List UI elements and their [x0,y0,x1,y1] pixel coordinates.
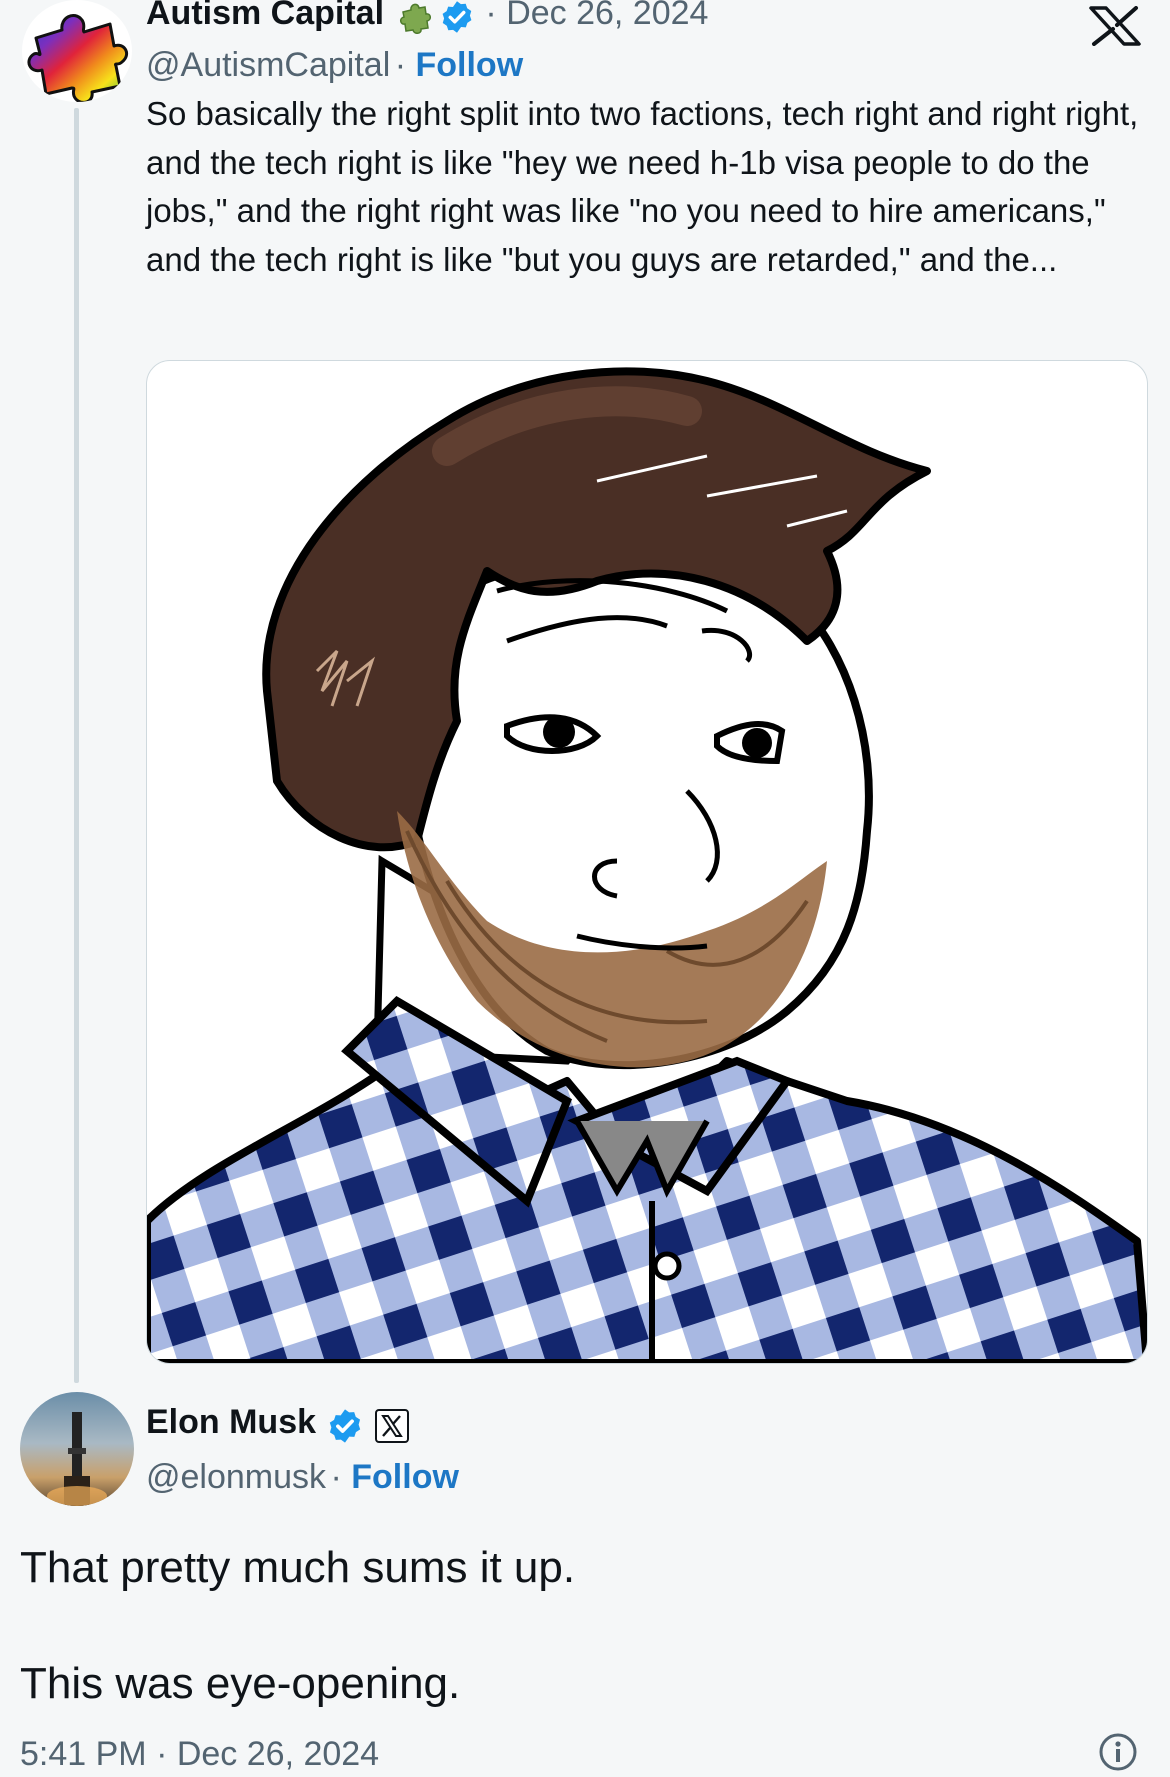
info-icon[interactable] [1098,1732,1138,1772]
handle-separator: · [394,46,416,84]
avatar-elon-musk[interactable] [20,1392,134,1506]
verified-badge-icon [326,1407,364,1450]
wojak-meme-image [147,367,1147,1363]
rocket-launch-photo [47,1412,107,1506]
tweet-date[interactable]: Dec 26, 2024 [506,0,708,32]
reply-follow-button[interactable]: Follow [351,1458,459,1496]
author-handle[interactable]: @AutismCapital [146,46,390,84]
follow-button[interactable]: Follow [416,46,524,84]
handle-row: @AutismCapital · Follow [146,48,523,82]
reply-author-name[interactable]: Elon Musk [146,1403,316,1441]
reply-text-line-2: This was eye-opening. [20,1659,461,1708]
puzzle-piece-icon [27,14,128,102]
thread-connector [74,108,79,1383]
reply-timestamp[interactable]: 5:41 PM · Dec 26, 2024 [20,1737,379,1771]
reply-author-handle[interactable]: @elonmusk [146,1458,326,1496]
reply-handle-row: @elonmusk · Follow [146,1460,459,1494]
verified-badge-icon [439,0,475,40]
puzzle-badge-icon [397,0,431,39]
tweet-text: So basically the right split into two fa… [146,95,1139,278]
author-name[interactable]: Autism Capital [146,0,384,32]
reply-header: Elon Musk [146,1405,409,1450]
x-affiliate-badge-icon [374,1409,409,1448]
reply-text-line-1: That pretty much sums it up. [20,1543,576,1592]
tweet-header: Autism Capital · Dec 26, 2024 [146,0,708,36]
x-logo-icon[interactable] [1088,6,1142,46]
date-separator: · [485,0,507,32]
tweet-media-image[interactable] [146,360,1148,1364]
handle-separator: · [330,1458,352,1496]
avatar-autism-capital[interactable] [22,0,132,102]
